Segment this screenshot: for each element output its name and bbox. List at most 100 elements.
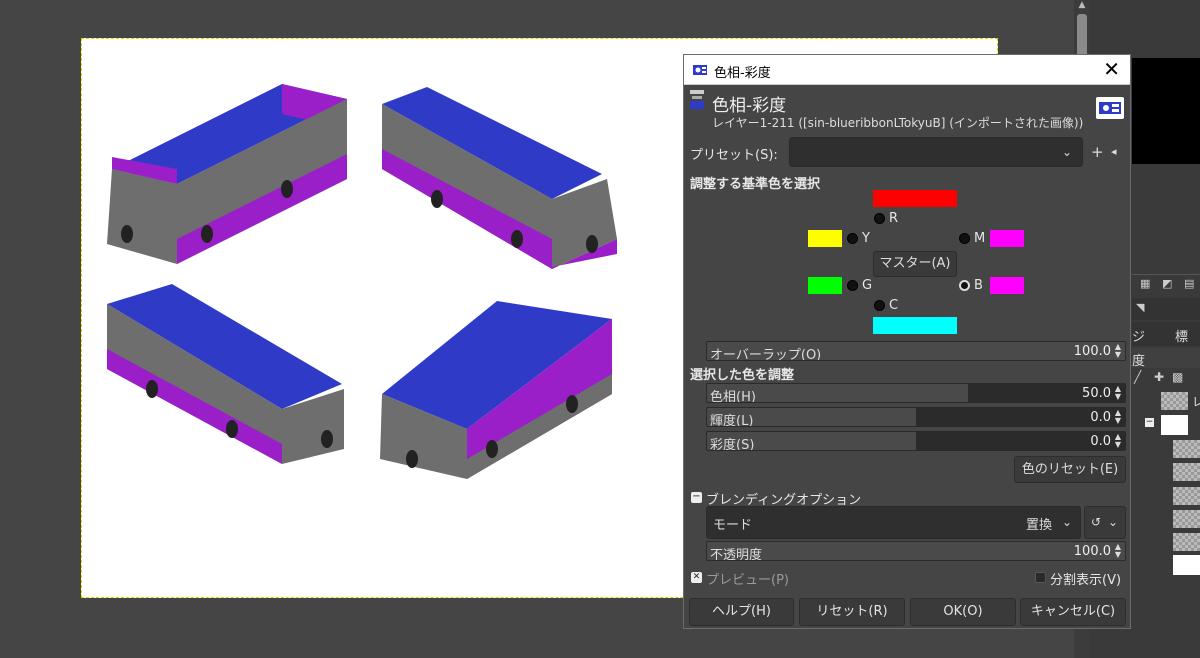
green-swatch bbox=[808, 277, 842, 294]
bus-front bbox=[107, 169, 177, 264]
collapse-icon[interactable]: − bbox=[691, 492, 702, 503]
layer-opacity-row[interactable]: 度 bbox=[1132, 348, 1200, 369]
add-preset-icon[interactable]: + bbox=[1091, 143, 1104, 161]
spin-arrows-icon[interactable]: ▲ ▼ bbox=[1113, 543, 1123, 559]
window-title: 色相-彩度 bbox=[714, 66, 771, 81]
layers-toolbar: ◥ bbox=[1132, 298, 1200, 320]
radio-magenta[interactable] bbox=[959, 233, 970, 244]
lock-position-icon[interactable]: ✚ bbox=[1154, 370, 1164, 384]
preset-menu-icon[interactable]: ◂ bbox=[1111, 145, 1117, 158]
composite-mode-button[interactable]: ↺ ⌄ bbox=[1084, 506, 1126, 539]
yellow-swatch bbox=[808, 230, 842, 247]
radio-cyan-label: C bbox=[889, 298, 899, 313]
master-button[interactable]: マスター(A) bbox=[873, 251, 957, 277]
opacity-slider[interactable]: 不透明度 100.0 ▲ ▼ bbox=[706, 541, 1126, 561]
saturation-value: 0.0 bbox=[1090, 434, 1111, 449]
preset-combo[interactable]: ⌄ bbox=[789, 137, 1083, 167]
hue-saturation-icon bbox=[690, 90, 704, 109]
ok-button[interactable]: OK(O) bbox=[910, 598, 1016, 626]
cancel-button[interactable]: キャンセル(C) bbox=[1020, 598, 1126, 626]
layer-item-selected[interactable] bbox=[1145, 554, 1200, 576]
spin-arrows-icon[interactable]: ▲ ▼ bbox=[1113, 343, 1123, 359]
hue-label: 色相(H) bbox=[710, 390, 756, 403]
overlap-label: オーバーラップ(O) bbox=[710, 348, 822, 361]
layer-name: レ bbox=[1192, 395, 1200, 409]
layer-thumbnail bbox=[1173, 440, 1200, 458]
navigation-preview bbox=[1132, 58, 1200, 164]
radio-red[interactable] bbox=[874, 213, 885, 224]
overlap-slider[interactable]: オーバーラップ(O) 100.0 ▲ ▼ bbox=[706, 341, 1126, 361]
layer-item[interactable] bbox=[1145, 531, 1200, 553]
bus-wheel bbox=[281, 180, 293, 198]
dialog-titlebar[interactable]: 色相-彩度 ✕ bbox=[684, 55, 1130, 85]
blend-mode-combo[interactable]: モード 置換 ⌄ bbox=[706, 506, 1081, 539]
bus-wheel bbox=[586, 235, 598, 253]
layer-thumbnail bbox=[1161, 392, 1188, 410]
layer-thumbnail bbox=[1173, 533, 1200, 551]
layers-dock-tabs[interactable]: ▦ ◩ ▤ bbox=[1132, 274, 1200, 294]
bus-wheel bbox=[406, 450, 418, 468]
layer-thumbnail bbox=[1173, 510, 1200, 528]
cyan-swatch bbox=[873, 317, 957, 334]
reset-color-button[interactable]: 色のリセット(E) bbox=[1014, 456, 1126, 483]
opacity-value: 100.0 bbox=[1073, 544, 1111, 559]
blue-swatch bbox=[990, 277, 1024, 294]
dock-tab-icon[interactable]: ▦ bbox=[1140, 277, 1150, 290]
bus-wheel bbox=[121, 225, 133, 243]
gimp-app-icon bbox=[693, 65, 707, 75]
lightness-value: 0.0 bbox=[1090, 410, 1111, 425]
layer-item[interactable] bbox=[1145, 485, 1200, 507]
spin-arrows-icon[interactable]: ▲ ▼ bbox=[1113, 409, 1123, 425]
radio-green-label: G bbox=[862, 278, 873, 293]
layer-thumbnail bbox=[1173, 487, 1200, 505]
layer-opacity-label: 度 bbox=[1132, 354, 1146, 369]
layer-thumbnail bbox=[1173, 463, 1200, 481]
layer-item[interactable] bbox=[1145, 508, 1200, 530]
mode-label: モード bbox=[713, 518, 753, 533]
help-button[interactable]: ヘルプ(H) bbox=[689, 598, 794, 626]
split-view-label: 分割表示(V) bbox=[1050, 573, 1122, 588]
radio-blue[interactable] bbox=[959, 280, 970, 291]
bus-wheel bbox=[146, 380, 158, 398]
radio-yellow[interactable] bbox=[847, 233, 858, 244]
close-icon[interactable]: ✕ bbox=[1103, 58, 1120, 80]
channels-tab-icon[interactable]: ▤ bbox=[1184, 277, 1194, 290]
layer-thumbnail bbox=[1173, 555, 1200, 575]
radio-magenta-label: M bbox=[974, 231, 986, 246]
layer-group-item[interactable]: − bbox=[1145, 414, 1200, 436]
layer-lock-row: ╱ ✚ ▩ bbox=[1132, 368, 1200, 388]
radio-green[interactable] bbox=[847, 280, 858, 291]
spin-arrows-icon[interactable]: ▲ ▼ bbox=[1113, 433, 1123, 449]
split-view-checkbox[interactable] bbox=[1035, 572, 1046, 583]
dialog-header-subtitle: レイヤー1-211 ([sin-blueribbonLTokyuB] (インポー… bbox=[712, 116, 1084, 130]
reset-button[interactable]: リセット(R) bbox=[799, 598, 905, 626]
layer-mode-partial: ジ bbox=[1132, 330, 1146, 345]
lock-alpha-icon[interactable]: ▩ bbox=[1172, 370, 1183, 384]
hue-slider[interactable]: 色相(H) 50.0 ▲ ▼ bbox=[706, 383, 1126, 403]
spin-arrows-icon[interactable]: ▲ ▼ bbox=[1113, 385, 1123, 401]
layer-item[interactable]: レ bbox=[1145, 390, 1200, 412]
saturation-slider[interactable]: 彩度(S) 0.0 ▲ ▼ bbox=[706, 431, 1126, 451]
radio-cyan[interactable] bbox=[874, 300, 885, 311]
bus-wheel bbox=[201, 225, 213, 243]
layer-mode-row[interactable]: ジ 標準 bbox=[1132, 322, 1200, 364]
layer-mode-icon[interactable]: ◥ bbox=[1136, 301, 1144, 314]
chevron-down-icon: ⌄ bbox=[1061, 515, 1072, 529]
radio-yellow-label: Y bbox=[862, 231, 870, 246]
lightness-slider[interactable]: 輝度(L) 0.0 ▲ ▼ bbox=[706, 407, 1126, 427]
scroll-up-icon[interactable]: ▲ bbox=[1077, 0, 1087, 10]
bus-wheel bbox=[566, 395, 578, 413]
collapse-icon[interactable]: − bbox=[1145, 418, 1154, 427]
preview-checkbox[interactable]: ✕ bbox=[691, 572, 702, 583]
lock-pixels-icon[interactable]: ╱ bbox=[1134, 370, 1141, 384]
adjust-selected-color-heading: 選択した色を調整 bbox=[690, 368, 795, 383]
layer-item[interactable] bbox=[1145, 461, 1200, 483]
image-thumbnail-icon bbox=[1096, 97, 1124, 119]
red-swatch bbox=[873, 190, 957, 207]
magenta-swatch bbox=[990, 230, 1024, 247]
hue-value: 50.0 bbox=[1082, 386, 1111, 401]
paths-tab-icon[interactable]: ◩ bbox=[1162, 277, 1172, 290]
opacity-label: 不透明度 bbox=[710, 548, 763, 561]
layer-item[interactable] bbox=[1145, 438, 1200, 460]
radio-blue-label: B bbox=[974, 278, 983, 293]
